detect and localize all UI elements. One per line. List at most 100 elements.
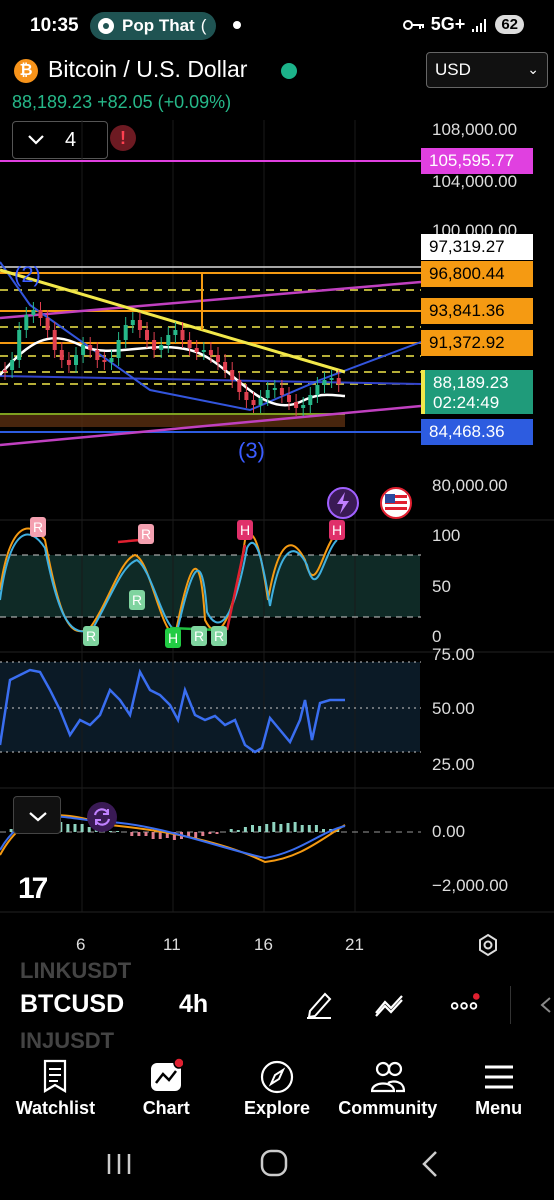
candle-body	[279, 388, 284, 395]
toolbar-divider	[510, 986, 511, 1024]
key-icon	[402, 19, 424, 30]
notification-pill[interactable]: Pop That (	[90, 12, 216, 40]
us-flag-icon[interactable]	[379, 486, 413, 520]
drawing-pen-icon[interactable]	[303, 988, 335, 1020]
status-bar: 10:35 Pop That ( 5G+ 62	[0, 0, 554, 52]
candle-body	[88, 345, 93, 350]
osc-marker-label: H	[332, 522, 342, 538]
candle-body	[180, 330, 185, 340]
symbol-toolbar: LINKUSDT BTCUSD 4h INJUSDT	[0, 958, 554, 1054]
system-nav-bar	[0, 1132, 554, 1200]
chart-settings-icon[interactable]	[476, 933, 500, 957]
market-open-icon	[281, 63, 297, 79]
nav-menu[interactable]: Menu	[443, 1052, 554, 1132]
candle-body	[208, 350, 213, 355]
time-tick: 16	[254, 935, 273, 954]
nav-watchlist[interactable]: Watchlist	[0, 1052, 111, 1132]
home-icon[interactable]	[259, 1148, 289, 1178]
wave-label-2: (2)	[14, 262, 41, 287]
macd-tick: 0.00	[432, 822, 466, 841]
trendline-blue-channel	[0, 375, 422, 385]
price-tag-blue: 84,468.36	[421, 419, 533, 445]
candle-body	[216, 355, 220, 362]
candle-body	[287, 395, 291, 402]
osc-marker-label: R	[214, 628, 224, 644]
osc-marker-label: R	[33, 519, 43, 535]
nav-community[interactable]: Community	[332, 1052, 443, 1132]
ai-spark-icon[interactable]	[326, 486, 360, 520]
candle-body	[137, 320, 142, 330]
osc1-tick: 50	[432, 577, 451, 596]
candle-body	[223, 362, 228, 370]
wave-label-3: (3)	[238, 438, 265, 463]
price-tick: 108,000.00	[432, 120, 518, 139]
more-options-icon[interactable]	[449, 988, 481, 1020]
notification-app-label: Pop That	[122, 16, 195, 35]
price-tag-orange: 91,372.92	[421, 330, 533, 356]
nav-chart[interactable]: Chart	[111, 1052, 222, 1132]
osc2-tick: 50.00	[432, 699, 475, 718]
candle-body	[159, 345, 164, 350]
candle-body	[173, 330, 178, 335]
candle-body	[95, 350, 100, 360]
candle-body	[322, 380, 327, 385]
nav-label: Menu	[475, 1098, 523, 1118]
time-tick: 21	[345, 935, 364, 954]
time-tick: 11	[163, 935, 181, 954]
nav-explore[interactable]: Explore	[222, 1052, 333, 1132]
bottom-nav: Watchlist Chart Explore Community Menu	[0, 1052, 554, 1132]
candle-body	[31, 310, 36, 315]
chevron-down-icon: ⌄	[527, 61, 539, 77]
candle-body	[17, 330, 22, 360]
candle-body	[45, 318, 50, 330]
candle-body	[336, 378, 341, 384]
candle-body	[81, 345, 86, 355]
last-price-tag: 88,189.23 02:24:49	[421, 370, 533, 414]
fib-dashed-lines	[0, 289, 421, 385]
osc2-band	[0, 662, 420, 752]
back-icon[interactable]	[418, 1149, 442, 1179]
candle-body	[74, 355, 78, 365]
price-tag-magenta: 105,595.77	[421, 148, 533, 174]
candle-body	[265, 390, 270, 398]
osc-marker-label: H	[240, 522, 250, 538]
currency-select[interactable]: USD ⌄	[426, 52, 548, 88]
candle-body	[145, 330, 149, 340]
candle-body	[272, 388, 277, 390]
candle-body	[116, 340, 121, 358]
status-right: 5G+ 62	[402, 14, 524, 35]
candle-body	[152, 340, 157, 350]
timeframe-select[interactable]: 4h	[179, 990, 208, 1019]
chevron-left-icon[interactable]	[538, 996, 552, 1014]
time-tick: 6	[76, 935, 86, 954]
osc1-tick: 0	[432, 627, 442, 646]
price-tag-orange: 96,800.44	[421, 261, 533, 287]
candle-body	[3, 370, 7, 372]
osc-marker-label: R	[86, 628, 96, 644]
symbol-ghost-prev[interactable]: LINKUSDT	[20, 958, 131, 984]
candle-body	[187, 340, 192, 348]
candle-body	[251, 400, 256, 405]
time-grid	[81, 120, 356, 912]
osc-marker-label: R	[132, 592, 142, 608]
price-tag-orange: 93,841.36	[421, 298, 533, 324]
collapse-panes-button[interactable]	[13, 796, 61, 834]
candle-body	[308, 395, 313, 405]
notification-dot-icon	[233, 21, 241, 29]
osc1-band	[0, 555, 420, 617]
signal-icon	[472, 18, 487, 32]
status-time: 10:35	[30, 15, 79, 36]
symbol-ghost-next[interactable]: INJUSDT	[20, 1028, 114, 1054]
pair-title[interactable]: Bitcoin / U.S. Dollar	[48, 56, 247, 83]
candle-body	[109, 358, 114, 362]
candle-body	[301, 405, 306, 408]
trendline-tool-icon[interactable]	[373, 988, 405, 1020]
symbol-name[interactable]: BTCUSD	[20, 990, 124, 1019]
chevron-down-icon	[29, 812, 47, 822]
recent-apps-icon[interactable]	[104, 1150, 134, 1178]
refresh-icon[interactable]	[85, 800, 119, 834]
nav-label: Watchlist	[15, 1098, 96, 1118]
menu-icon	[484, 1065, 513, 1089]
candle-body	[52, 330, 57, 350]
compass-icon	[260, 1060, 294, 1094]
